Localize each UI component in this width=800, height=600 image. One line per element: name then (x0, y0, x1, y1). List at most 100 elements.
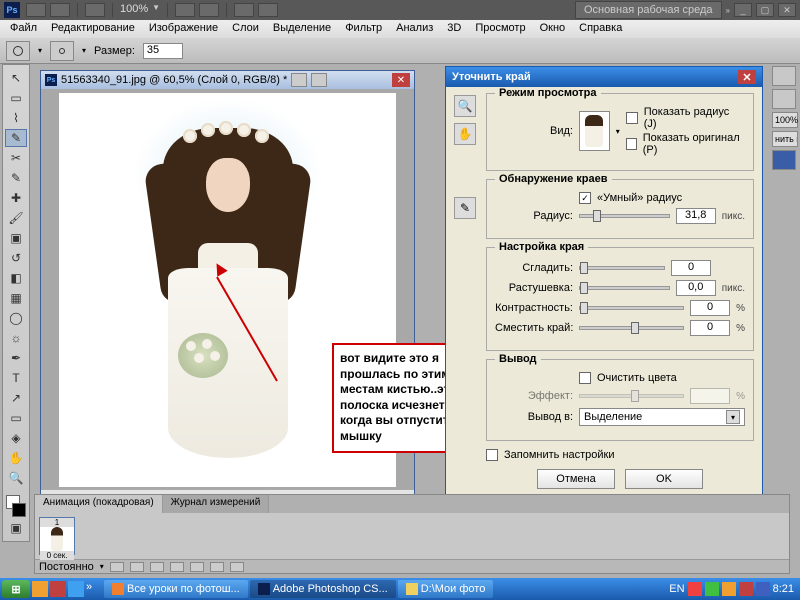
minimize-button[interactable]: _ (734, 3, 752, 17)
shift-value[interactable]: 0 (690, 320, 730, 336)
close-button[interactable]: ✕ (778, 3, 796, 17)
loop-mode[interactable]: Постоянно (39, 561, 94, 573)
zoom-tool-icon[interactable]: 🔍 (454, 95, 476, 117)
hand-tool-icon[interactable]: ✋ (454, 123, 476, 145)
chevron-right-icon[interactable]: » (726, 6, 730, 15)
quickselect-tool-icon[interactable]: ✎ (5, 129, 27, 147)
menu-help[interactable]: Справка (573, 20, 628, 38)
workspace-selector[interactable]: Основная рабочая среда (575, 1, 722, 19)
dialog-titlebar[interactable]: Уточнить край ✕ (446, 67, 762, 87)
shift-slider[interactable] (579, 326, 684, 330)
tray-icon[interactable] (705, 582, 719, 596)
screenmode-icon[interactable] (258, 3, 278, 17)
menu-view[interactable]: Просмотр (469, 20, 531, 38)
taskbar-button[interactable]: Adobe Photoshop CS... (250, 580, 396, 598)
shape-tool-icon[interactable]: ▭ (5, 409, 27, 427)
dialog-close-button[interactable]: ✕ (738, 70, 756, 84)
zoom-level[interactable]: 100% (120, 3, 148, 17)
cancel-button[interactable]: Отмена (537, 469, 615, 489)
output-to-select[interactable]: Выделение▾ (579, 408, 745, 426)
menu-file[interactable]: Файл (4, 20, 43, 38)
next-frame-icon[interactable] (170, 562, 184, 572)
brush-preset-icon[interactable] (50, 41, 74, 61)
hand-tool-icon[interactable]: ✋ (5, 449, 27, 467)
smart-radius-checkbox[interactable]: ✓ (579, 192, 591, 204)
maximize-button[interactable]: ▢ (756, 3, 774, 17)
arrange-icon[interactable] (234, 3, 254, 17)
remember-checkbox[interactable] (486, 449, 498, 461)
brush-tool-icon[interactable] (6, 41, 30, 61)
chevron-down-icon[interactable]: ▾ (82, 46, 86, 55)
history-brush-icon[interactable]: ↺ (5, 249, 27, 267)
tab-measurements[interactable]: Журнал измерений (163, 495, 270, 513)
show-original-checkbox[interactable] (626, 138, 637, 150)
tab-animation[interactable]: Анимация (покадровая) (35, 495, 163, 513)
crop-tool-icon[interactable]: ✂ (5, 149, 27, 167)
gradient-tool-icon[interactable]: ▦ (5, 289, 27, 307)
3d-tool-icon[interactable]: ◈ (5, 429, 27, 447)
contrast-slider[interactable] (579, 306, 684, 310)
animation-frame[interactable]: 1 0 сек. (39, 517, 75, 555)
bridge-icon[interactable] (26, 3, 46, 17)
menu-analysis[interactable]: Анализ (390, 20, 439, 38)
menu-layer[interactable]: Слои (226, 20, 265, 38)
feather-value[interactable]: 0,0 (676, 280, 716, 296)
radius-slider[interactable] (579, 214, 670, 218)
new-frame-icon[interactable] (210, 562, 224, 572)
path-tool-icon[interactable]: ↗ (5, 389, 27, 407)
brush-tool-icon[interactable]: 🖌 (5, 209, 27, 227)
chevron-down-icon[interactable]: ▾ (38, 46, 42, 55)
taskbar-button[interactable]: D:\Мои фото (398, 580, 494, 598)
hand-icon[interactable] (175, 3, 195, 17)
chevron-down-icon[interactable]: ▼ (152, 3, 160, 17)
delete-frame-icon[interactable] (230, 562, 244, 572)
ok-button[interactable]: OK (625, 469, 703, 489)
menu-3d[interactable]: 3D (441, 20, 467, 38)
refine-brush-icon[interactable]: ✎ (454, 197, 476, 219)
tray-icon[interactable] (739, 582, 753, 596)
taskbar-button[interactable]: Все уроки по фотош... (104, 580, 248, 598)
rotate-icon[interactable] (199, 3, 219, 17)
doc-close-button[interactable]: ✕ (392, 73, 410, 87)
quickmask-icon[interactable]: ▣ (5, 519, 27, 537)
radius-value[interactable]: 31,8 (676, 208, 716, 224)
blur-tool-icon[interactable]: ◯ (5, 309, 27, 327)
ql-chevron-icon[interactable]: » (86, 581, 102, 597)
ql-icon[interactable] (68, 581, 84, 597)
view-preview[interactable] (579, 111, 610, 151)
clock[interactable]: 8:21 (773, 583, 794, 595)
menu-window[interactable]: Окно (534, 20, 572, 38)
background-swatch[interactable] (12, 503, 26, 517)
start-button[interactable]: ⊞ (2, 580, 30, 598)
smooth-value[interactable]: 0 (671, 260, 711, 276)
stamp-tool-icon[interactable]: ▣ (5, 229, 27, 247)
type-tool-icon[interactable]: T (5, 369, 27, 387)
prev-frame-icon[interactable] (130, 562, 144, 572)
menu-filter[interactable]: Фильтр (339, 20, 388, 38)
menu-edit[interactable]: Редактирование (45, 20, 141, 38)
document-titlebar[interactable]: Ps 51563340_91.jpg @ 60,5% (Слой 0, RGB/… (41, 71, 414, 89)
menu-image[interactable]: Изображение (143, 20, 224, 38)
first-frame-icon[interactable] (110, 562, 124, 572)
contrast-value[interactable]: 0 (690, 300, 730, 316)
brush-size-input[interactable]: 35 (143, 43, 183, 59)
doc-maximize-button[interactable] (311, 73, 327, 87)
play-icon[interactable] (150, 562, 164, 572)
lasso-tool-icon[interactable]: ⌇ (5, 109, 27, 127)
doc-minimize-button[interactable] (291, 73, 307, 87)
tray-icon[interactable] (688, 582, 702, 596)
healing-tool-icon[interactable]: ✚ (5, 189, 27, 207)
chevron-down-icon[interactable]: ▾ (616, 127, 620, 136)
panel-collapse-icon[interactable] (772, 66, 796, 86)
docview-icon[interactable] (85, 3, 105, 17)
ql-icon[interactable] (50, 581, 66, 597)
show-radius-checkbox[interactable] (626, 112, 638, 124)
eyedropper-tool-icon[interactable]: ✎ (5, 169, 27, 187)
tray-icon[interactable] (756, 582, 770, 596)
tray-icon[interactable] (722, 582, 736, 596)
pen-tool-icon[interactable]: ✒ (5, 349, 27, 367)
ql-icon[interactable] (32, 581, 48, 597)
chevron-down-icon[interactable]: ▾ (726, 410, 740, 424)
lang-indicator[interactable]: EN (669, 583, 684, 595)
move-tool-icon[interactable]: ↖ (5, 69, 27, 87)
